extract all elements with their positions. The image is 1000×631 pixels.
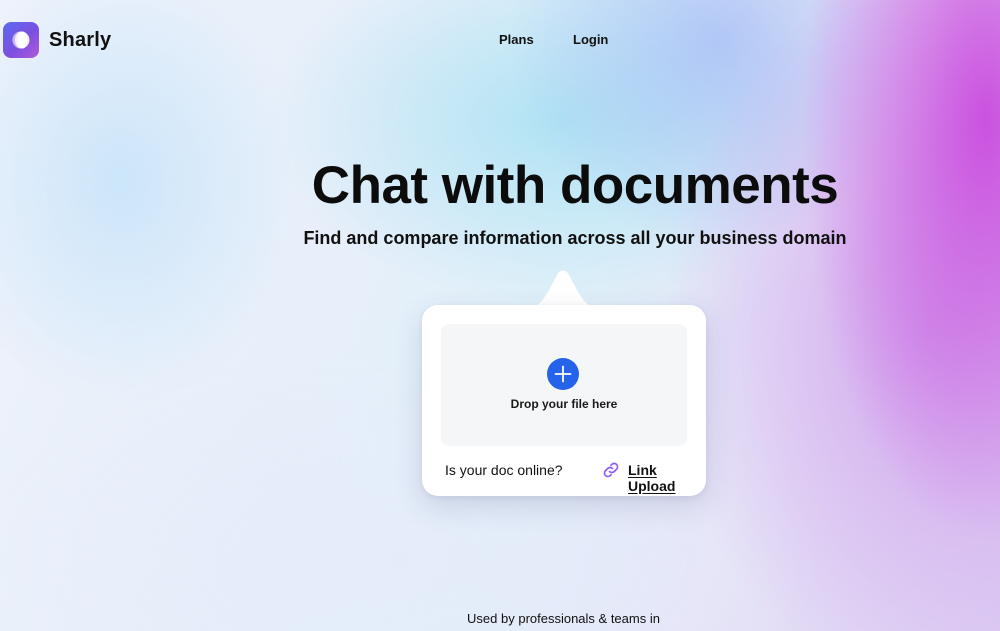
file-dropzone[interactable]: Drop your file here [441, 324, 687, 446]
link-upload-button[interactable]: Link Upload [628, 462, 695, 494]
dropzone-label: Drop your file here [510, 397, 618, 411]
nav-link-plans[interactable]: Plans [499, 32, 534, 47]
upload-card: Drop your file here Is your doc online? … [422, 305, 706, 496]
used-by-text: Used by professionals & teams in [467, 611, 660, 626]
brand-logo[interactable]: Sharly [3, 22, 111, 58]
online-question: Is your doc online? [445, 462, 563, 478]
hero-title: Chat with documents [311, 156, 839, 215]
link-icon [603, 462, 619, 478]
link-upload-row: Is your doc online? Link Upload [445, 460, 695, 494]
sharly-logo-icon [3, 22, 39, 58]
nav-link-login[interactable]: Login [573, 32, 608, 47]
card-pointer [525, 270, 601, 308]
brand-name: Sharly [49, 28, 112, 51]
hero-subtitle: Find and compare information across all … [303, 228, 847, 248]
plus-icon[interactable] [547, 358, 579, 390]
